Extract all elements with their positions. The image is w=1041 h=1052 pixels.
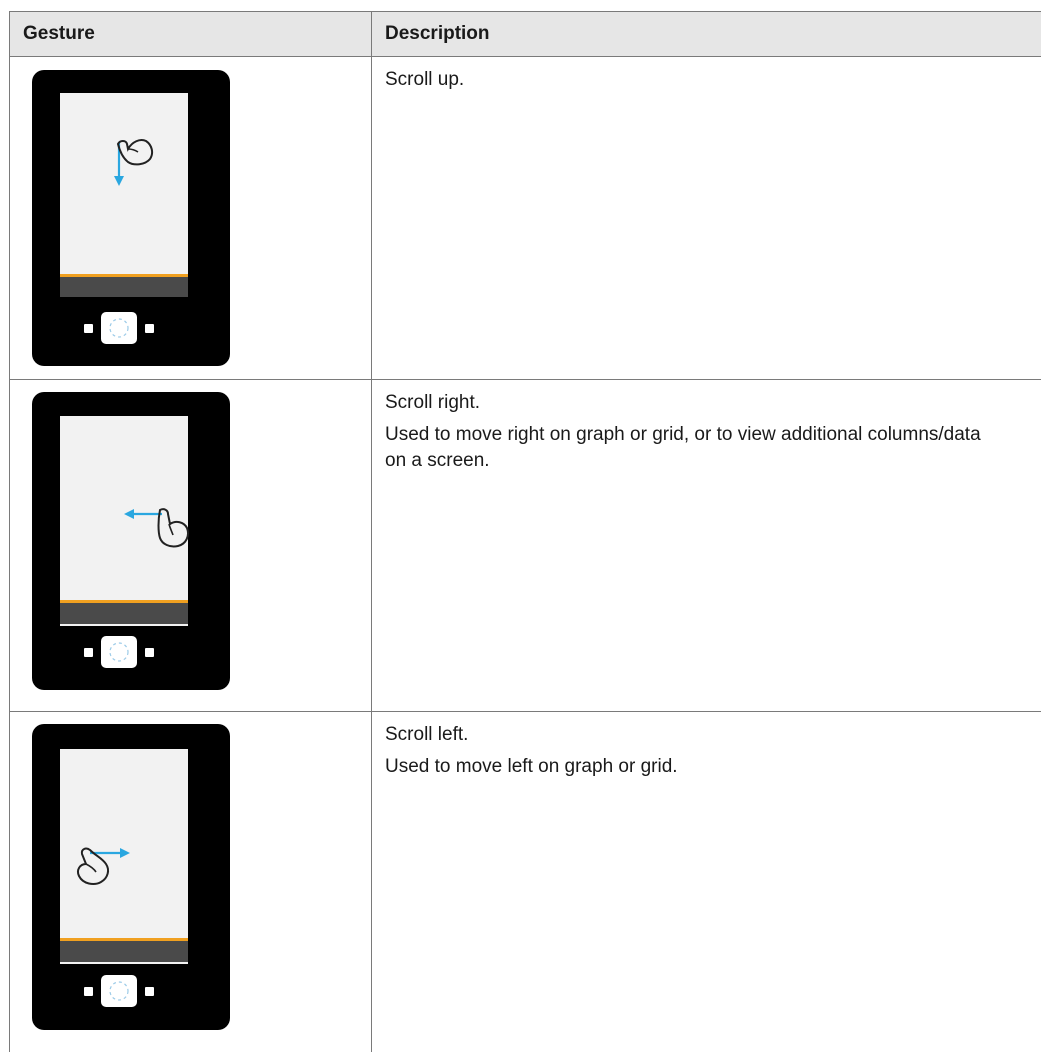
gesture-cell <box>10 57 372 379</box>
description-cell: Scroll up. <box>372 57 1041 379</box>
gesture-cell <box>10 380 372 711</box>
table-header: Gesture Description <box>9 11 1041 57</box>
description-line: Scroll left. <box>385 724 469 745</box>
header-gesture: Gesture <box>10 12 372 56</box>
table-row: Scroll right. Used to move right on grap… <box>9 380 1041 712</box>
description-line: Used to move left on graph or grid. <box>385 756 678 777</box>
table-row: Scroll left. Used to move left on graph … <box>9 712 1041 1052</box>
header-description: Description <box>385 23 490 44</box>
description-cell: Scroll left. Used to move left on graph … <box>372 712 1041 1052</box>
scroll-left-gesture-icon <box>32 724 230 1030</box>
gesture-table: Gesture Description Scroll up. Scroll ri… <box>9 11 1041 1052</box>
description-cell: Scroll right. Used to move right on grap… <box>372 380 1041 711</box>
scroll-right-gesture-icon <box>32 392 230 690</box>
description-line: Used to move right on graph or grid, or … <box>385 424 981 471</box>
gesture-cell <box>10 712 372 1052</box>
description-line: Scroll right. <box>385 392 481 413</box>
table-row: Scroll up. <box>9 57 1041 380</box>
scroll-up-gesture-icon <box>32 70 230 366</box>
description-line: Scroll up. <box>385 69 465 90</box>
